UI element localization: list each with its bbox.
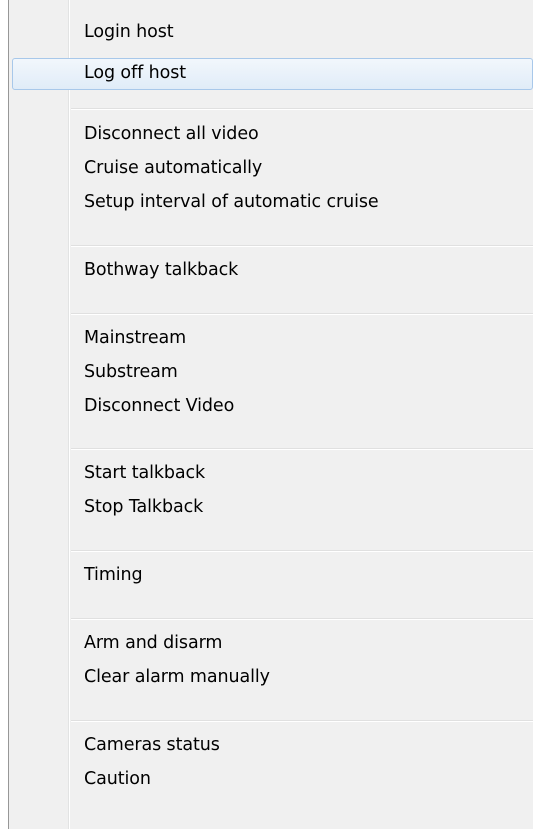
- menu-separator: [71, 618, 533, 620]
- menu-item-timing[interactable]: Timing: [12, 560, 533, 592]
- menu-item-substream[interactable]: Substream: [12, 357, 533, 389]
- menu-item-log-off-host[interactable]: Log off host: [12, 58, 533, 90]
- menu-item-label: Stop Talkback: [84, 497, 204, 517]
- menu-item-cruise-automatically[interactable]: Cruise automatically: [12, 153, 533, 185]
- menu-item-disconnect-all-video[interactable]: Disconnect all video: [12, 119, 533, 151]
- menu-separator: [71, 550, 533, 552]
- menu-item-label: Substream: [84, 362, 178, 382]
- menu-item-label: Setup interval of automatic cruise: [84, 192, 379, 212]
- menu-item-bothway-talkback[interactable]: Bothway talkback: [12, 255, 533, 287]
- menu-item-start-talkback[interactable]: Start talkback: [12, 458, 533, 490]
- menu-separator: [71, 448, 533, 450]
- menu-item-arm-and-disarm[interactable]: Arm and disarm: [12, 628, 533, 660]
- context-menu: Login host Log off host Disconnect all v…: [8, 0, 533, 829]
- menu-item-stop-talkback[interactable]: Stop Talkback: [12, 492, 533, 524]
- menu-item-label: Caution: [84, 769, 151, 789]
- menu-item-setup-cruise-interval[interactable]: Setup interval of automatic cruise: [12, 187, 533, 219]
- menu-item-label: Log off host: [84, 63, 186, 83]
- menu-item-label: Cruise automatically: [84, 158, 263, 178]
- menu-item-label: Disconnect all video: [84, 124, 259, 144]
- menu-item-label: Arm and disarm: [84, 633, 223, 653]
- menu-item-clear-alarm-manually[interactable]: Clear alarm manually: [12, 662, 533, 694]
- menu-item-label: Timing: [84, 565, 143, 585]
- menu-item-login-host[interactable]: Login host: [12, 17, 533, 49]
- menu-item-mainstream[interactable]: Mainstream: [12, 323, 533, 355]
- menu-item-disconnect-video[interactable]: Disconnect Video: [12, 391, 533, 423]
- menu-separator: [71, 245, 533, 247]
- menu-separator: [71, 108, 533, 110]
- menu-item-cameras-status[interactable]: Cameras status: [12, 730, 533, 762]
- menu-item-caution[interactable]: Caution: [12, 764, 533, 796]
- menu-separator: [71, 720, 533, 722]
- menu-item-label: Clear alarm manually: [84, 667, 270, 687]
- menu-item-label: Mainstream: [84, 328, 187, 348]
- menu-item-label: Cameras status: [84, 735, 220, 755]
- menu-separator: [71, 313, 533, 315]
- menu-item-label: Login host: [84, 22, 174, 42]
- menu-item-label: Disconnect Video: [84, 396, 235, 416]
- menu-item-label: Start talkback: [84, 463, 206, 483]
- menu-item-label: Bothway talkback: [84, 260, 239, 280]
